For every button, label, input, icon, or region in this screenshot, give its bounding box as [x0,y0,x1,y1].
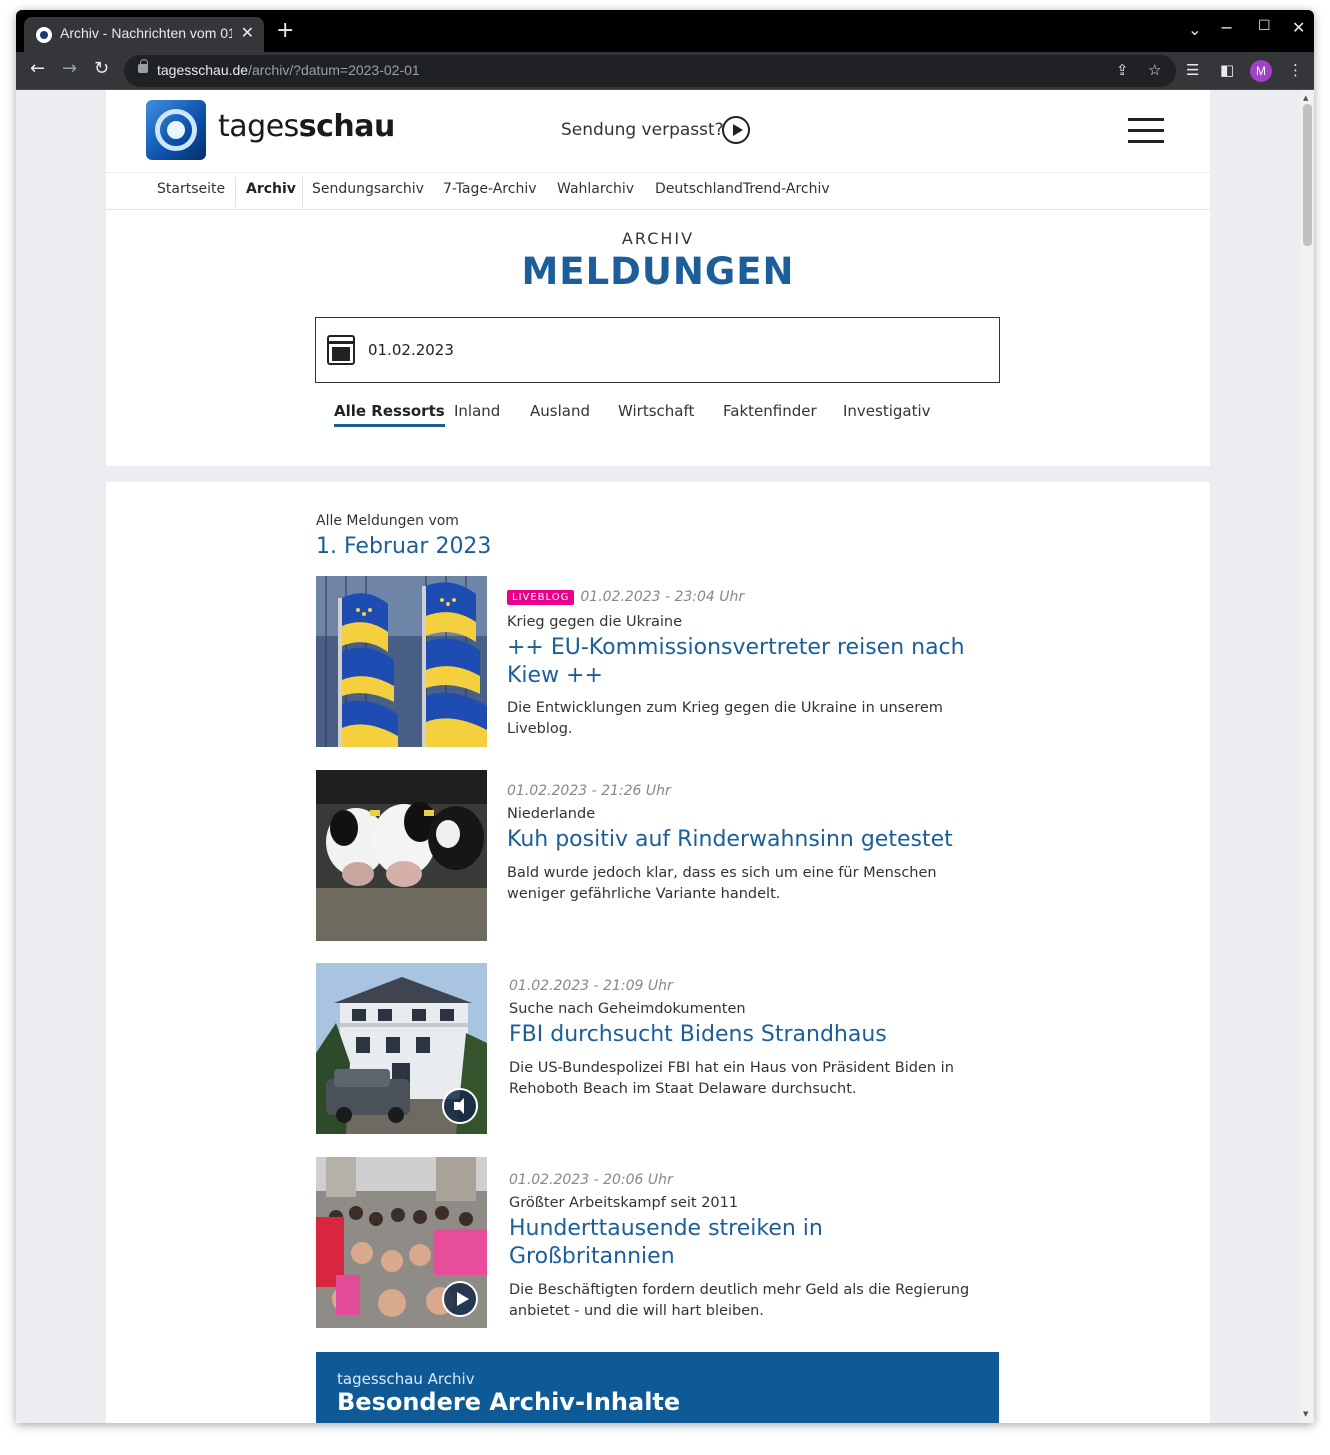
lock-icon[interactable] [138,59,148,73]
kebab-menu-icon[interactable]: ⋮ [1288,61,1303,79]
subnav-sendungsarchiv[interactable]: Sendungsarchiv [312,181,424,197]
address-bar[interactable]: tagesschau.de/archiv/?datum=2023-02-01 ⇪… [124,55,1176,87]
item-topline: Krieg gegen die Ukraine [507,614,683,630]
news-list: Alle Meldungen vom 1. Februar 2023 LIVEB… [106,482,1210,1423]
thumbnail-strike-crowd[interactable] [316,1157,487,1328]
hamburger-menu-icon[interactable] [1128,118,1164,144]
subnav-startseite[interactable]: Startseite [157,181,225,197]
item-title[interactable]: ++ EU-Kommissionsvertreter reisen nach K… [507,634,967,690]
tab-strip: Archiv - Nachrichten vom 01.02.2023 ✕ + … [16,10,1314,52]
page-scrollbar[interactable]: ▲ ▼ [1300,90,1314,1423]
item-text: Bald wurde jedoch klar, dass es sich um … [507,865,937,902]
plus-icon[interactable]: + [276,20,294,42]
list-intro: Alle Meldungen vom [316,513,459,529]
calendar-icon[interactable] [327,335,355,365]
list-item[interactable]: 01.02.2023 - 21:09 Uhr Suche nach Geheim… [316,963,999,1135]
close-icon[interactable]: ✕ [1292,18,1305,37]
minimize-icon[interactable]: − [1220,18,1233,37]
item-title[interactable]: Hunderttausende streiken in Großbritanni… [509,1215,909,1271]
item-topline: Größter Arbeitskampf seit 2011 [509,1195,739,1211]
thumbnail-eu-flags[interactable] [316,576,487,747]
tab-inland[interactable]: Inland [454,402,500,420]
share-icon[interactable]: ⇪ [1116,61,1129,79]
scroll-down-icon[interactable]: ▼ [1303,1410,1308,1418]
avatar[interactable]: M [1250,60,1272,82]
page-kicker: ARCHIV [621,229,695,248]
tab-ausland[interactable]: Ausland [530,402,590,420]
tab-alle-ressorts[interactable]: Alle Ressorts [334,402,445,427]
date-picker-field[interactable]: 01.02.2023 [315,317,1000,383]
browser-window: Archiv - Nachrichten vom 01.02.2023 ✕ + … [16,10,1314,1423]
ressort-tabs: Alle Ressorts Inland Ausland Wirtschaft … [106,400,1210,430]
maximize-icon[interactable]: ☐ [1258,18,1271,34]
video-play-icon[interactable] [442,1281,478,1317]
reload-icon[interactable]: ↻ [94,58,109,80]
subnav-archiv[interactable]: Archiv [246,181,296,197]
tab-close-icon[interactable]: ✕ [241,23,254,42]
archive-subnav: Startseite Archiv Sendungsarchiv 7-Tage-… [106,172,1210,210]
banner-title[interactable]: Besondere Archiv-Inhalte [337,1388,680,1416]
back-arrow-icon[interactable]: ← [30,58,45,80]
item-topline: Niederlande [507,806,596,822]
scrollbar-thumb[interactable] [1303,104,1312,246]
star-icon[interactable]: ☆ [1148,61,1161,79]
url-text[interactable]: tagesschau.de/archiv/?datum=2023-02-01 [157,62,420,78]
tab-wirtschaft[interactable]: Wirtschaft [618,402,694,420]
item-meta: 01.02.2023 - 21:09 Uhr [509,978,673,994]
browser-tab[interactable]: Archiv - Nachrichten vom 01.02.2023 ✕ [24,17,264,52]
brand-wordmark[interactable]: tagesschau [218,109,395,144]
page-title: MELDUNGEN [521,250,795,293]
side-panel-icon[interactable]: ◧ [1220,61,1234,79]
media-queue-icon[interactable]: ☰ [1186,61,1199,79]
item-text: Die US-Bundespolizei FBI hat ein Haus vo… [509,1060,954,1097]
banner-kicker: tagesschau Archiv [337,1370,475,1388]
item-title[interactable]: FBI durchsucht Bidens Strandhaus [509,1021,969,1049]
archive-banner[interactable]: tagesschau Archiv Besondere Archiv-Inhal… [316,1352,999,1423]
tab-title: Archiv - Nachrichten vom 01.02.2023 [60,25,232,41]
list-date: 1. Februar 2023 [316,534,492,559]
list-item[interactable]: 01.02.2023 - 21:26 Uhr Niederlande Kuh p… [316,770,999,942]
item-title[interactable]: Kuh positiv auf Rinderwahnsinn getestet [507,826,977,854]
liveblog-badge: LIVEBLOG [507,590,575,605]
list-item[interactable]: 01.02.2023 - 20:06 Uhr Größter Arbeitska… [316,1157,999,1329]
thumbnail-cows[interactable] [316,770,487,941]
page-viewport: tagesschau Sendung verpasst? Startseite … [16,90,1314,1423]
browser-toolbar: ← → ↻ tagesschau.de/archiv/?datum=2023-0… [16,52,1314,90]
scroll-up-icon[interactable]: ▲ [1303,94,1308,102]
thumbnail-beach-house[interactable] [316,963,487,1134]
chevron-down-icon[interactable]: ⌄ [1188,20,1201,39]
item-meta: 01.02.2023 - 21:26 Uhr [507,783,671,799]
site-header: tagesschau Sendung verpasst? Startseite … [106,90,1210,466]
subnav-deutschlandtrend-archiv[interactable]: DeutschlandTrend-Archiv [655,181,830,197]
date-value[interactable]: 01.02.2023 [368,341,454,359]
missed-broadcast-link[interactable]: Sendung verpasst? [561,120,724,140]
list-item[interactable]: LIVEBLOG 01.02.2023 - 23:04 Uhr Krieg geg… [316,576,999,748]
subnav-7-tage-archiv[interactable]: 7-Tage-Archiv [443,181,537,197]
item-text: Die Entwicklungen zum Krieg gegen die Uk… [507,700,943,737]
audio-icon[interactable] [442,1088,478,1124]
item-topline: Suche nach Geheimdokumenten [509,1001,746,1017]
item-meta: 01.02.2023 - 20:06 Uhr [509,1172,673,1188]
item-text: Die Beschäftigten fordern deutlich mehr … [509,1282,970,1319]
globe-favicon [36,27,52,43]
tagesschau-logo[interactable] [146,100,206,160]
tab-faktenfinder[interactable]: Faktenfinder [723,402,817,420]
subnav-wahlarchiv[interactable]: Wahlarchiv [557,181,634,197]
logo-dot-icon [167,121,185,139]
tab-investigativ[interactable]: Investigativ [843,402,931,420]
forward-arrow-icon[interactable]: → [62,58,77,80]
play-circle-icon[interactable] [722,116,750,144]
item-meta: LIVEBLOG 01.02.2023 - 23:04 Uhr [507,589,744,605]
